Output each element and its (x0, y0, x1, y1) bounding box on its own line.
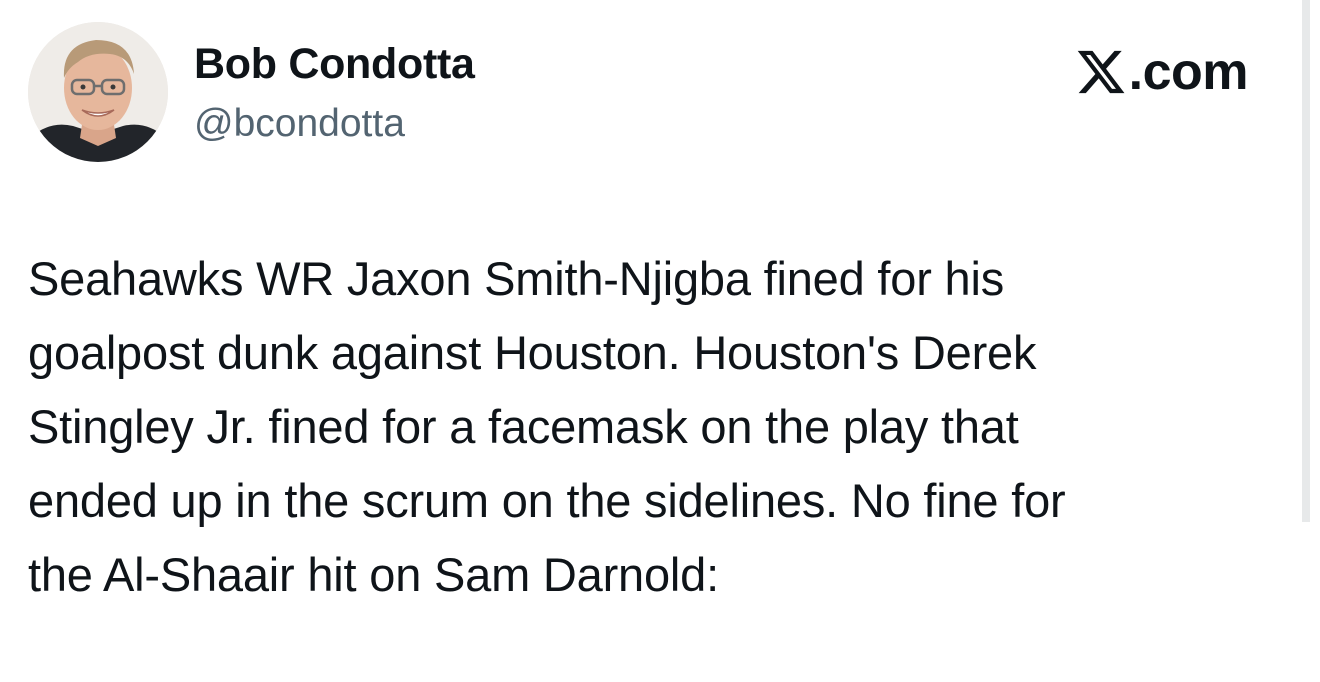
tweet-line: the Al-Shaair hit on Sam Darnold: (28, 548, 719, 601)
scrollbar-track[interactable] (1302, 0, 1310, 522)
author-avatar[interactable] (28, 22, 168, 162)
brand-domain-text: .com (1128, 43, 1249, 101)
x-brand-watermark: .com (1075, 42, 1249, 102)
tweet-line: Stingley Jr. fined for a facemask on the… (28, 400, 1019, 453)
profile-photo (28, 22, 168, 162)
x-logo-icon (1077, 50, 1125, 94)
tweet-line: Seahawks WR Jaxon Smith-Njigba fined for… (28, 252, 1004, 305)
author-handle[interactable]: @bcondotta (194, 102, 405, 146)
tweet-body: Seahawks WR Jaxon Smith-Njigba fined for… (28, 242, 1278, 612)
author-name[interactable]: Bob Condotta (194, 40, 475, 89)
tweet-line: goalpost dunk against Houston. Houston's… (28, 326, 1037, 379)
tweet-line: ended up in the scrum on the sidelines. … (28, 474, 1066, 527)
tweet-card: Bob Condotta @bcondotta .com Seahawks WR… (0, 0, 1300, 682)
